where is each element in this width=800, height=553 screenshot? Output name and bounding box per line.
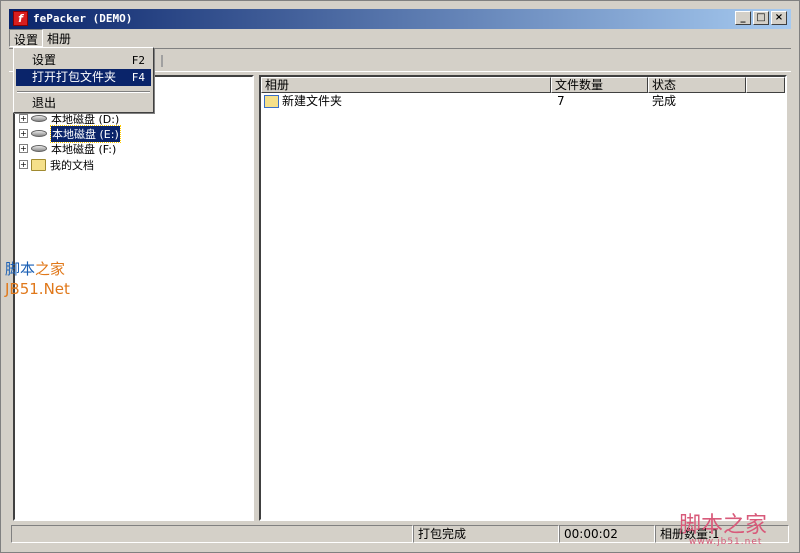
menu-item-shortcut: F2 — [131, 54, 145, 67]
watermark-right: 脚本之家 — [679, 513, 768, 538]
menu-bar: 设置 相册 — [9, 29, 791, 47]
menu-item-label: 退出 — [32, 96, 57, 110]
window-title: fePacker (DEMO) — [33, 12, 133, 25]
folder-icon — [31, 158, 46, 171]
watermark-text: 之家 — [35, 260, 66, 278]
album-file-count: 7 — [557, 94, 565, 108]
menu-item-exit[interactable]: 退出 — [16, 95, 151, 112]
toolbar-grip-icon — [161, 55, 169, 67]
title-bar[interactable]: f fePacker (DEMO) _ □ × — [9, 9, 791, 29]
app-icon: f — [13, 11, 28, 26]
app-window: f fePacker (DEMO) _ □ × 设置 相册 + 本地磁盘 (D:… — [0, 0, 800, 553]
status-cell-empty — [11, 525, 413, 543]
tree-item-disk-e[interactable]: + 本地磁盘 (E:) — [19, 124, 121, 143]
column-header-file-count[interactable]: 文件数量 — [551, 77, 648, 93]
window-controls: _ □ × — [735, 11, 787, 25]
album-list[interactable]: 相册 文件数量 状态 新建文件夹 7 完成 — [259, 75, 787, 521]
minimize-button[interactable]: _ — [735, 11, 751, 25]
expand-icon[interactable]: + — [19, 144, 28, 153]
table-row[interactable]: 新建文件夹 — [264, 94, 342, 109]
album-folder-icon — [264, 95, 279, 108]
menu-item-open-pack-folder[interactable]: 打开打包文件夹 F4 — [16, 69, 151, 86]
disk-icon — [31, 145, 47, 152]
close-button[interactable]: × — [771, 11, 787, 25]
status-bar: 打包完成 00:00:02 相册数量:1 — [9, 525, 791, 543]
watermark-text: 脚本 — [5, 260, 36, 278]
watermark-text: JB51.Net — [5, 280, 70, 298]
menu-item-shortcut: F4 — [131, 71, 145, 84]
expand-icon[interactable]: + — [19, 129, 28, 138]
column-header-blank — [746, 77, 785, 93]
tree-item-label: 本地磁盘 (E:) — [50, 124, 121, 143]
menu-settings[interactable]: 设置 — [9, 29, 44, 47]
menu-item-label: 打开打包文件夹 — [32, 70, 117, 84]
status-message: 打包完成 — [413, 525, 559, 543]
tree-item-disk-f[interactable]: + 本地磁盘 (F:) — [19, 141, 116, 156]
expand-icon[interactable]: + — [19, 160, 28, 169]
menu-separator — [17, 91, 150, 93]
status-elapsed-time: 00:00:02 — [559, 525, 655, 543]
watermark-left: 脚本之家 JB51.Net — [5, 259, 70, 299]
disk-icon — [31, 130, 47, 137]
watermark-url: www.jb51.net — [689, 537, 763, 547]
tree-item-label: 我的文档 — [50, 158, 94, 172]
tree-item-my-documents[interactable]: + 我的文档 — [19, 157, 94, 172]
menu-item-label: 设置 — [32, 53, 57, 67]
tree-item-label: 本地磁盘 (F:) — [51, 142, 117, 156]
menu-item-settings[interactable]: 设置 F2 — [16, 52, 151, 69]
tree-item-disk-d[interactable]: + 本地磁盘 (D:) — [19, 111, 119, 126]
menu-album[interactable]: 相册 — [43, 29, 75, 47]
maximize-button[interactable]: □ — [753, 11, 769, 25]
settings-dropdown-menu: 设置 F2 打开打包文件夹 F4 退出 — [13, 47, 154, 113]
album-status: 完成 — [652, 94, 677, 108]
album-name: 新建文件夹 — [282, 94, 343, 108]
column-header-status[interactable]: 状态 — [648, 77, 746, 93]
disk-icon — [31, 115, 47, 122]
column-header-album[interactable]: 相册 — [261, 77, 551, 93]
expand-icon[interactable]: + — [19, 114, 28, 123]
